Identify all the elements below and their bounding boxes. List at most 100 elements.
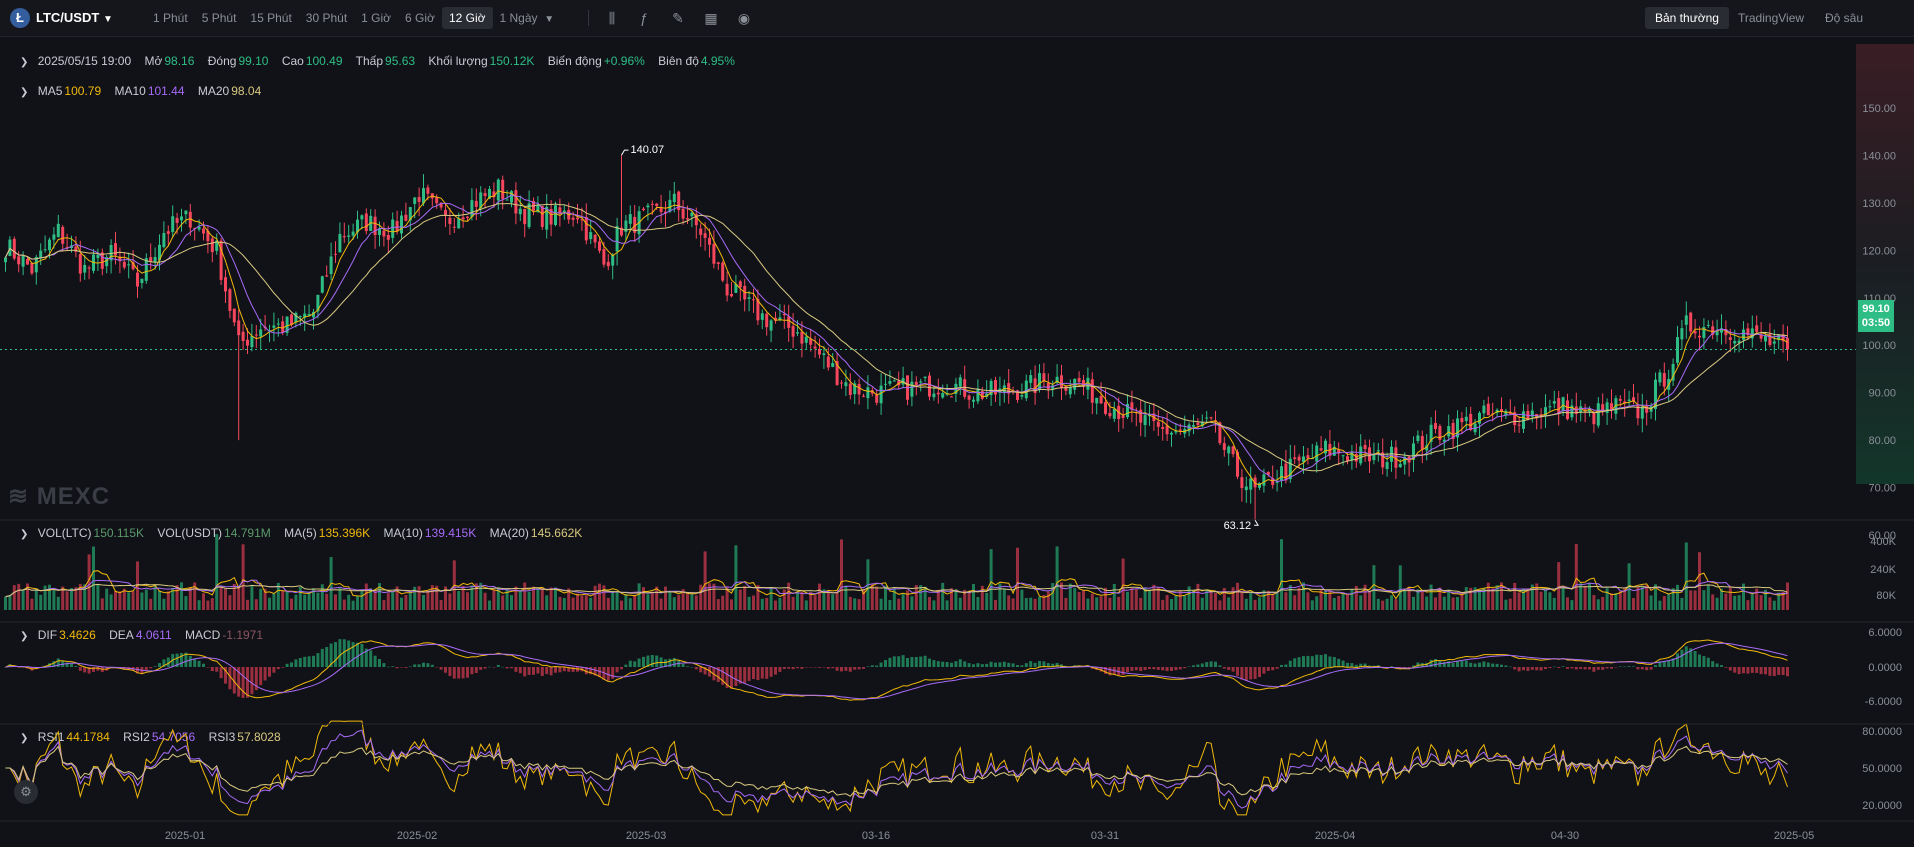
- macd-bar: [1566, 667, 1569, 669]
- tab-15m[interactable]: 15 Phút: [243, 0, 298, 36]
- macd-bar: [1143, 667, 1147, 671]
- volume-bar: [1108, 597, 1112, 610]
- macd-bar: [1183, 667, 1187, 669]
- macd-bar: [928, 658, 931, 667]
- candle-body: [1280, 466, 1283, 481]
- candle-body: [1416, 435, 1420, 441]
- volume-bar: [206, 600, 210, 610]
- macd-bar: [312, 655, 315, 667]
- tab-1m[interactable]: 1 Phút: [146, 0, 195, 36]
- macd-bar: [320, 648, 324, 667]
- candle-body: [606, 261, 610, 267]
- volume-bar: [483, 592, 487, 610]
- candle-body: [716, 262, 720, 264]
- tab-5m[interactable]: 5 Phút: [195, 0, 244, 36]
- macd-bar: [976, 663, 980, 667]
- tab-1d[interactable]: 1 Ngày ▼: [493, 0, 562, 36]
- volume-bar: [1293, 595, 1297, 610]
- indicator-icon[interactable]: ƒ: [636, 10, 652, 26]
- macd-bar: [1192, 665, 1195, 667]
- candle-body: [1728, 337, 1732, 340]
- tab-12h[interactable]: 12 Giờ: [441, 7, 493, 29]
- macd-bar: [1720, 665, 1723, 667]
- volume-bar: [34, 588, 38, 610]
- candle-body: [1447, 426, 1451, 437]
- candle-body: [584, 216, 588, 241]
- candle-body: [505, 199, 509, 201]
- macd-bar: [628, 660, 632, 667]
- current-price: 99.10: [1862, 303, 1890, 315]
- candle-body: [1297, 456, 1301, 461]
- macd-bar: [554, 667, 557, 673]
- macd-bar: [620, 667, 623, 670]
- volume-bar: [1284, 592, 1288, 610]
- macd-bar: [334, 642, 337, 667]
- candle-body: [1024, 380, 1028, 399]
- macd-bar: [263, 667, 267, 681]
- candles-icon[interactable]: ⫼: [604, 10, 620, 26]
- candle-body: [1244, 486, 1248, 491]
- candle-body: [967, 395, 971, 400]
- volume-bar: [958, 597, 962, 610]
- candle-body: [100, 252, 104, 269]
- candle-body: [1478, 412, 1481, 424]
- volume-bar: [1002, 588, 1006, 610]
- candle-body: [241, 331, 245, 342]
- macd-bar: [1161, 667, 1165, 671]
- volume-bar: [664, 586, 667, 610]
- macd-bar: [496, 664, 500, 667]
- macd-tick: -6.0000: [1865, 696, 1902, 708]
- macd-bar: [1280, 664, 1283, 667]
- tab-6h[interactable]: 6 Giờ: [398, 0, 442, 36]
- volume-bar: [39, 594, 43, 610]
- volume-bar: [197, 600, 201, 610]
- macd-bar: [1341, 660, 1345, 667]
- candle-body: [1706, 324, 1710, 326]
- volume-bar: [1434, 597, 1437, 610]
- macd-bar: [1522, 667, 1525, 671]
- tab-30m[interactable]: 30 Phút: [299, 0, 354, 36]
- volume-bar: [831, 594, 835, 610]
- macd-bar: [1350, 663, 1354, 667]
- pair-selector[interactable]: LTC/USDT ▼: [36, 0, 113, 36]
- chart-canvas[interactable]: 150.00140.00130.00120.00110.00100.0090.0…: [0, 36, 1914, 847]
- volume-bar: [1478, 590, 1481, 610]
- chart-settings-icon[interactable]: ⚙: [14, 780, 38, 804]
- macd-bar: [149, 667, 153, 669]
- view-tradingview[interactable]: TradingView: [1728, 7, 1814, 29]
- volume-bar: [1139, 597, 1143, 610]
- macd-bar: [897, 656, 901, 667]
- candle-body: [857, 383, 861, 395]
- layout-icon[interactable]: ▦: [703, 10, 719, 26]
- candle-body: [668, 199, 672, 212]
- candle-body: [452, 226, 456, 228]
- candle-body: [417, 197, 421, 202]
- volume-bar: [677, 595, 681, 610]
- macd-bar: [78, 667, 82, 671]
- draw-icon[interactable]: ✎: [670, 10, 686, 26]
- macd-bar: [1297, 657, 1301, 667]
- volume-bar: [180, 582, 183, 610]
- macd-bar: [1200, 663, 1204, 667]
- volume-bar: [1196, 583, 1200, 610]
- macd-bar: [276, 667, 280, 670]
- macd-bar: [1244, 667, 1248, 681]
- candle-body: [646, 205, 650, 208]
- candle-body: [373, 216, 377, 236]
- volume-bar: [1332, 597, 1336, 610]
- macd-bar: [822, 667, 826, 668]
- volume-bar: [818, 583, 821, 610]
- volume-bar: [1447, 589, 1451, 610]
- macd-bar: [782, 667, 786, 669]
- volume-bar: [721, 595, 725, 610]
- candle-body: [56, 223, 60, 238]
- tab-1h[interactable]: 1 Giờ: [354, 0, 398, 36]
- macd-bar: [268, 667, 271, 677]
- camera-icon[interactable]: ◉: [736, 10, 752, 26]
- candle-body: [1636, 404, 1640, 419]
- view-standard[interactable]: Bản thường: [1645, 7, 1729, 29]
- volume-bar: [158, 590, 161, 610]
- view-depth[interactable]: Độ sâu: [1815, 7, 1873, 29]
- volume-bar: [941, 582, 945, 610]
- macd-bar: [1706, 657, 1710, 667]
